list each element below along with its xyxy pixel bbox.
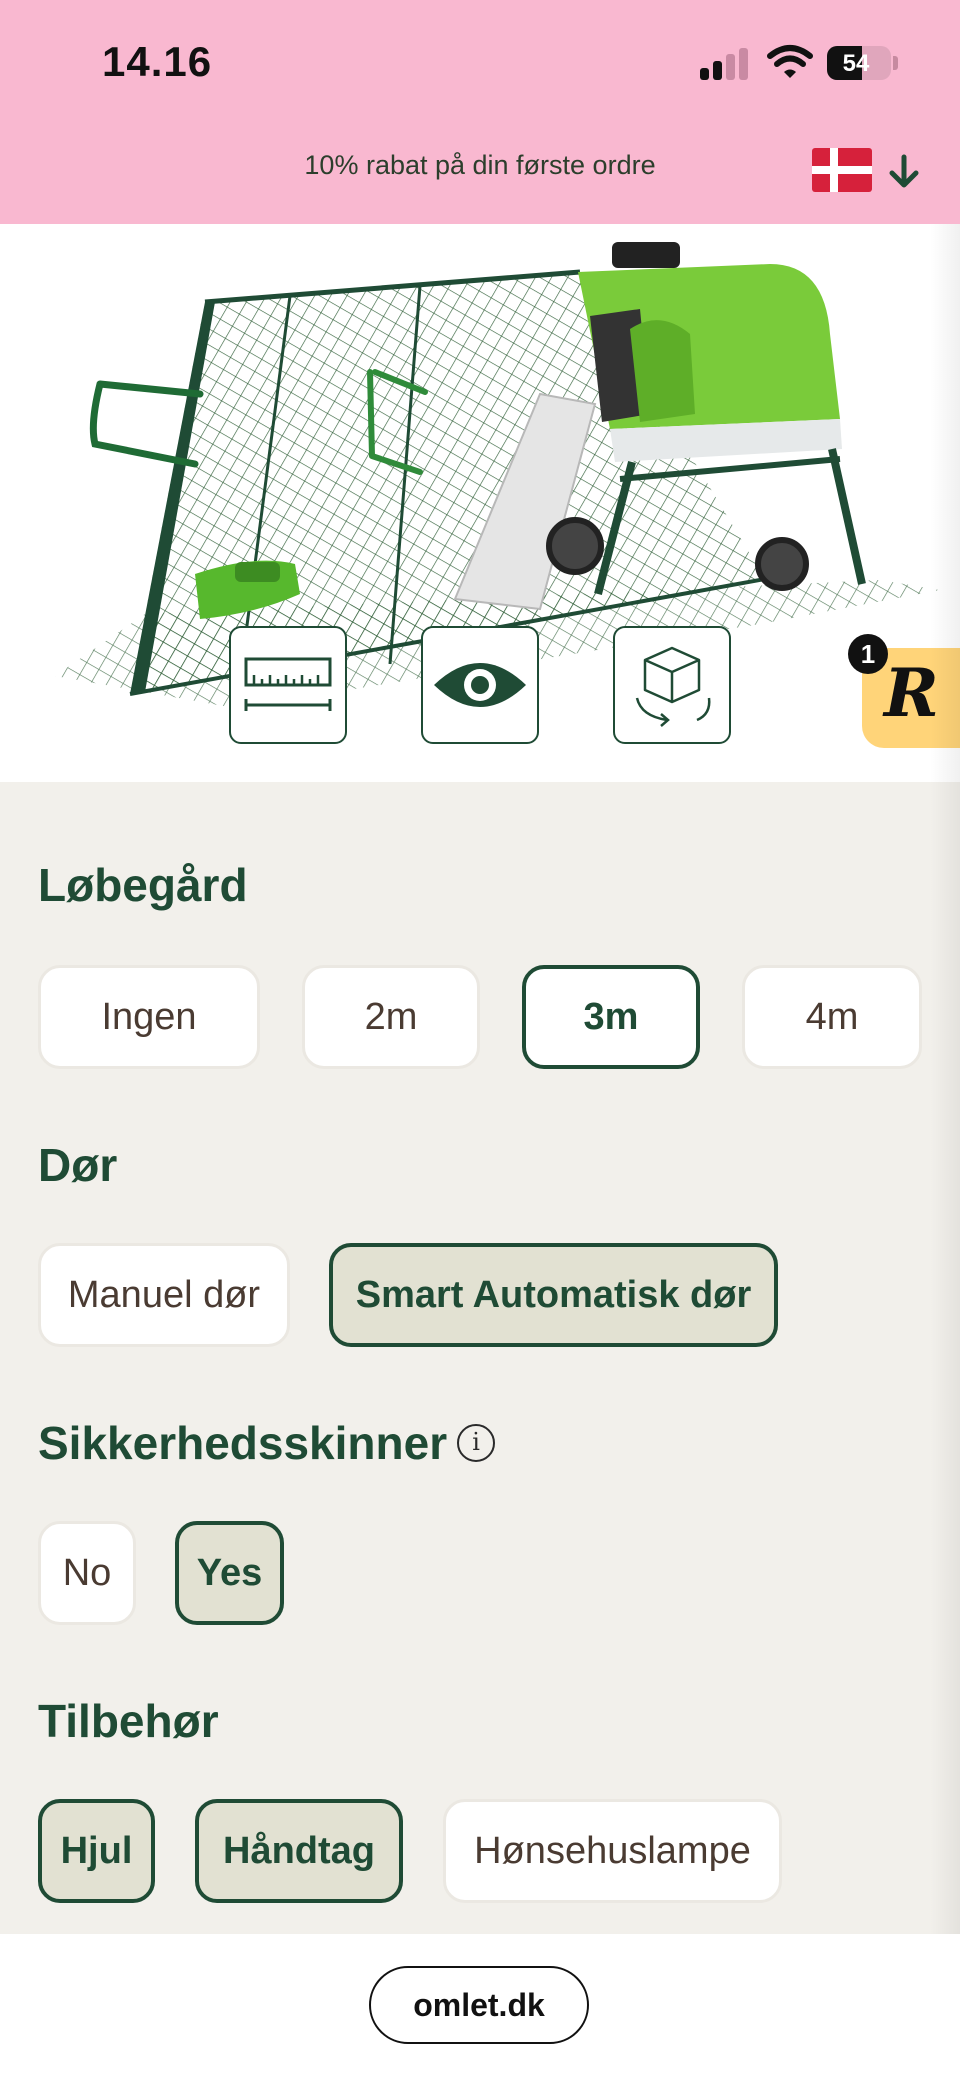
section-title-safety-rails: Sikkerhedsskinner i <box>38 1416 496 1470</box>
top-banner-area: 14.16 54 10% rabat på din første ordre <box>0 0 960 224</box>
arrow-down-icon[interactable] <box>888 154 920 190</box>
run-option-none[interactable]: Ingen <box>38 965 260 1069</box>
run-option-3m[interactable]: 3m <box>522 965 700 1069</box>
reviews-badge: 1 <box>848 634 888 674</box>
section-title-run: Løbegård <box>38 859 248 911</box>
battery-tip <box>893 56 898 70</box>
section-title-door: Dør <box>38 1139 118 1191</box>
product-image[interactable]: R 1 <box>0 224 960 782</box>
accessory-option-coop-lamp[interactable]: Hønsehuslampe <box>443 1799 782 1903</box>
ruler-icon <box>244 657 332 711</box>
accessory-option-handles[interactable]: Håndtag <box>195 1799 403 1903</box>
right-edge-shadow <box>930 224 960 1934</box>
cellular-signal-icon <box>700 48 750 80</box>
wifi-icon <box>767 45 813 78</box>
section-title-accessories: Tilbehør <box>38 1695 219 1747</box>
safety-rails-title-text: Sikkerhedsskinner <box>38 1417 448 1469</box>
safety-rails-option-no[interactable]: No <box>38 1521 136 1625</box>
dimensions-button[interactable] <box>229 626 347 744</box>
battery-icon: 54 <box>827 46 891 80</box>
cube-rotate-icon <box>635 646 711 727</box>
rotate-3d-button[interactable] <box>613 626 731 744</box>
view-button[interactable] <box>421 626 539 744</box>
run-option-2m[interactable]: 2m <box>302 965 480 1069</box>
url-bar[interactable]: omlet.dk <box>369 1966 589 2044</box>
status-time: 14.16 <box>102 38 213 85</box>
info-icon[interactable]: i <box>457 1423 496 1462</box>
safety-rails-option-yes[interactable]: Yes <box>175 1521 284 1625</box>
denmark-flag-icon[interactable] <box>812 148 872 192</box>
battery-percent: 54 <box>842 50 870 77</box>
eye-icon <box>434 663 526 707</box>
door-option-smart-automatic[interactable]: Smart Automatisk dør <box>329 1243 778 1347</box>
accessory-option-wheels[interactable]: Hjul <box>38 1799 155 1903</box>
run-option-4m[interactable]: 4m <box>742 965 922 1069</box>
door-option-manual[interactable]: Manuel dør <box>38 1243 290 1347</box>
